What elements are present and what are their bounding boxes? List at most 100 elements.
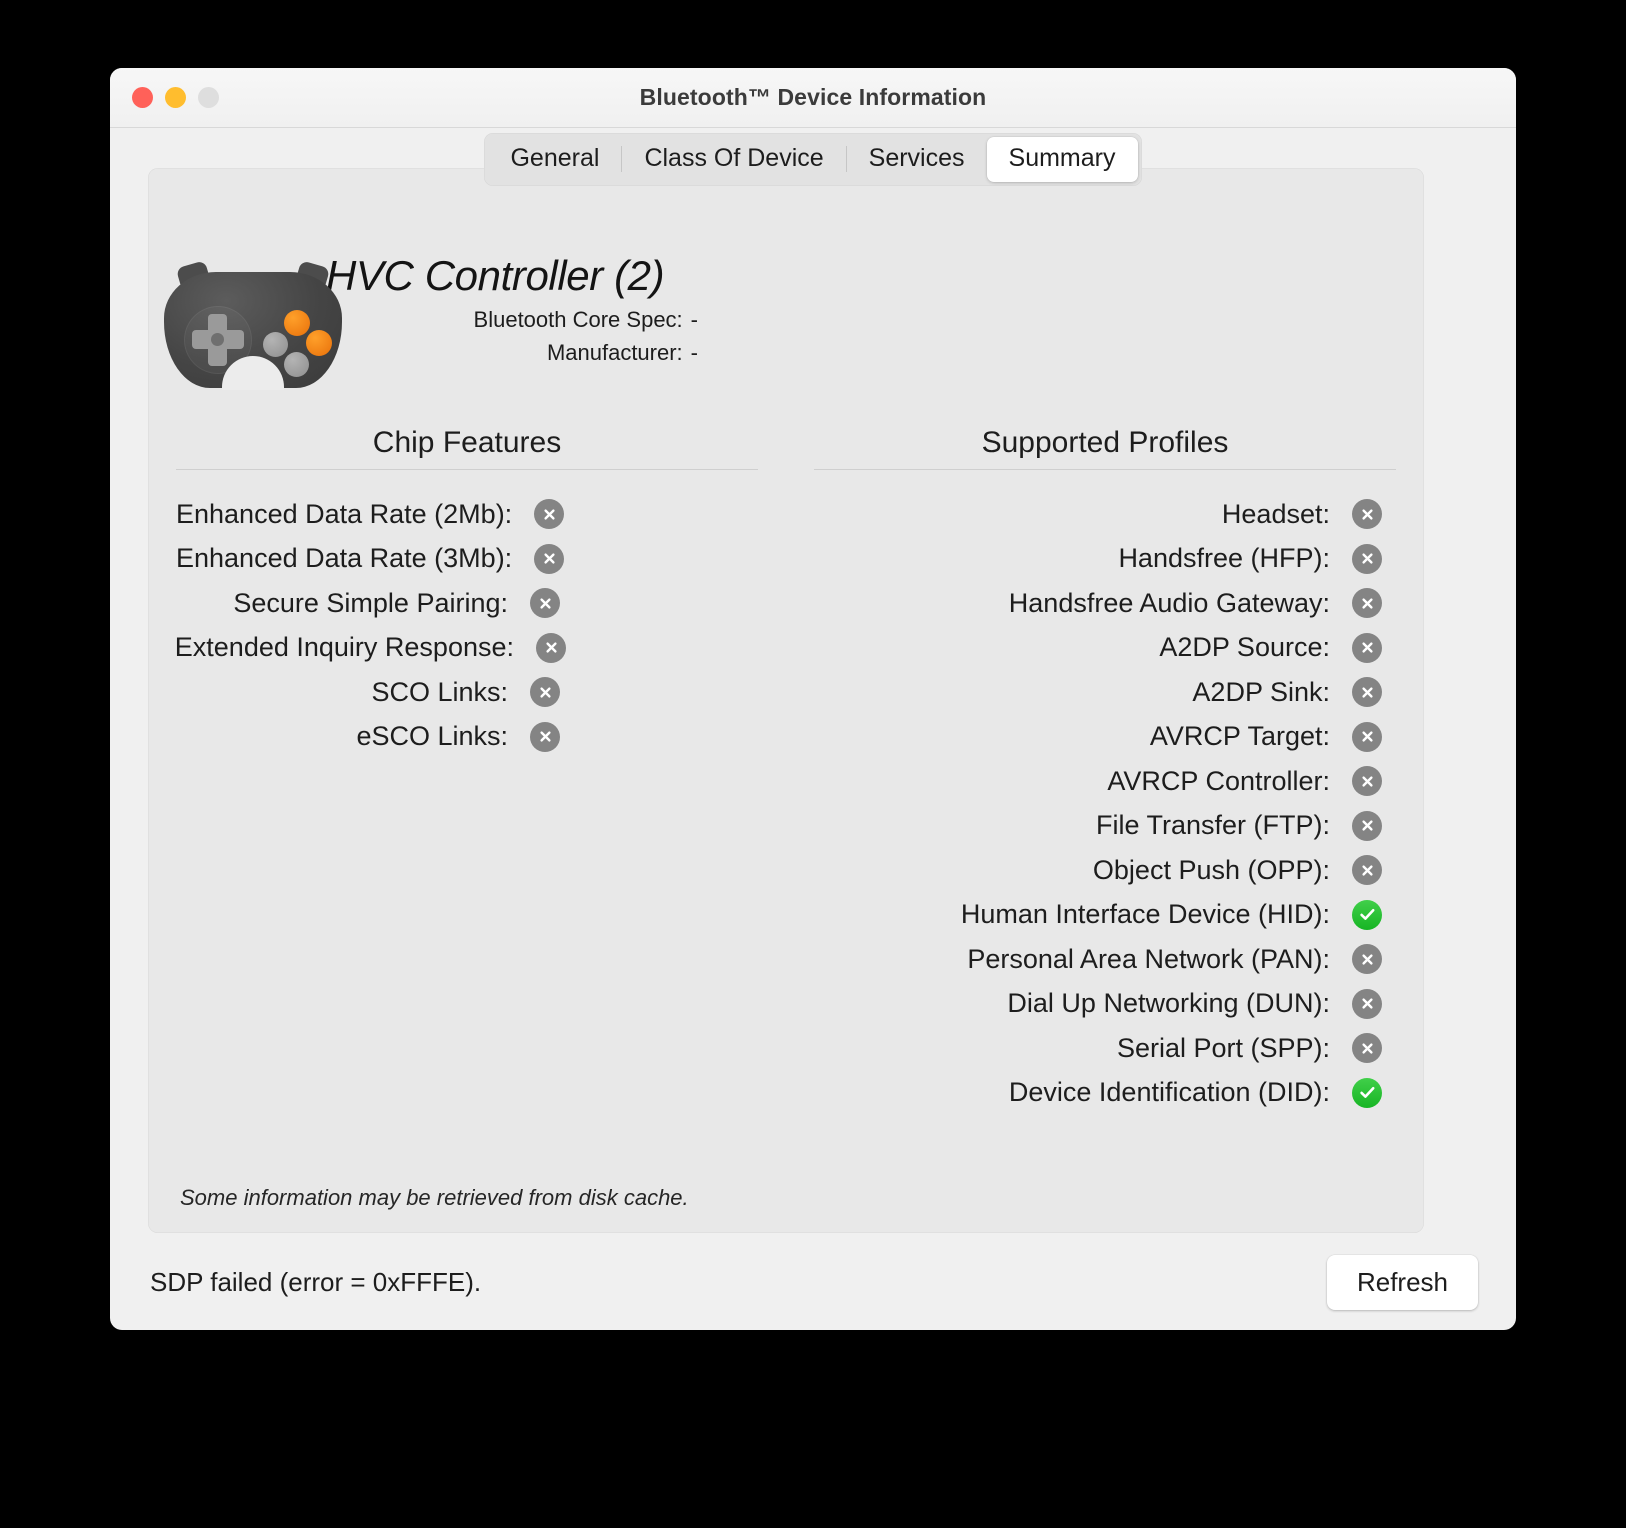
core-spec-label: Bluetooth Core Spec: [473, 307, 683, 332]
manufacturer-value: - [690, 340, 698, 365]
window-titlebar: Bluetooth™ Device Information [110, 68, 1516, 128]
profile-label: File Transfer (FTP): [1095, 810, 1330, 841]
profile-row: Serial Port (SPP): [814, 1026, 1396, 1071]
close-window-button[interactable] [132, 87, 153, 108]
chip-feature-label: Secure Simple Pairing: [233, 587, 508, 618]
tab-class-of-device[interactable]: Class Of Device [622, 137, 845, 182]
profile-status [1330, 677, 1388, 708]
unsupported-x-icon [1352, 855, 1382, 886]
profile-status [1330, 543, 1388, 574]
chip-feature-status [508, 677, 566, 708]
profile-status [1330, 588, 1388, 619]
summary-content-panel: HVC Controller (2) Bluetooth Core Spec: -… [148, 168, 1424, 1233]
unsupported-x-icon [1352, 588, 1382, 619]
profile-status [1330, 499, 1388, 530]
profile-row: Dial Up Networking (DUN): [814, 982, 1396, 1027]
unsupported-x-icon [1352, 944, 1382, 975]
gamepad-button-bottom [284, 352, 309, 377]
profile-row: Personal Area Network (PAN): [814, 937, 1396, 982]
unsupported-x-icon [530, 721, 560, 752]
profile-row: AVRCP Controller: [814, 759, 1396, 804]
supported-profiles-heading: Supported Profiles [981, 426, 1229, 459]
profile-row: Human Interface Device (HID): [814, 893, 1396, 938]
profile-status [1330, 721, 1388, 752]
chip-feature-label: eSCO Links: [356, 721, 508, 752]
window-footer: SDP failed (error = 0xFFFE). Refresh [110, 1235, 1516, 1330]
device-icon-slot [148, 246, 358, 390]
profile-row: A2DP Sink: [814, 670, 1396, 715]
traffic-light-group [132, 87, 219, 108]
unsupported-x-icon [1352, 632, 1382, 663]
profile-label: Handsfree Audio Gateway: [1008, 587, 1330, 618]
profile-row: Headset: [814, 492, 1396, 537]
chip-feature-label: SCO Links: [371, 676, 508, 707]
unsupported-x-icon [1352, 721, 1382, 752]
refresh-button[interactable]: Refresh [1326, 1255, 1478, 1310]
feature-columns: Chip Features Enhanced Data Rate (2Mb): E… [148, 426, 1424, 1115]
profile-row: AVRCP Target: [814, 715, 1396, 760]
profile-label: Personal Area Network (PAN): [967, 943, 1330, 974]
minimize-window-button[interactable] [165, 87, 186, 108]
profile-status [1330, 944, 1388, 975]
profile-label: Dial Up Networking (DUN): [1007, 988, 1330, 1019]
supported-profiles-list: Headset: Handsfree (HFP): Handsfree Audio … [814, 492, 1396, 1115]
cache-disclaimer: Some information may be retrieved from d… [180, 1185, 689, 1210]
supported-profiles-column: Supported Profiles Headset: Handsfree (HF… [786, 426, 1424, 1115]
device-meta: HVC Controller (2) Bluetooth Core Spec: -… [326, 246, 698, 366]
unsupported-x-icon [534, 499, 565, 530]
manufacturer-label: Manufacturer: [546, 340, 683, 365]
profile-label: Object Push (OPP): [1092, 854, 1330, 885]
chip-features-list: Enhanced Data Rate (2Mb): Enhanced Data R… [174, 492, 758, 759]
chip-feature-status [508, 588, 566, 619]
supported-profiles-rule [814, 469, 1396, 470]
profile-label: Handsfree (HFP): [1118, 543, 1330, 574]
chip-feature-row: Enhanced Data Rate (2Mb): [176, 492, 758, 537]
profile-status [1330, 632, 1388, 663]
profile-label: Device Identification (DID): [1008, 1077, 1330, 1108]
status-message: SDP failed (error = 0xFFFE). [150, 1267, 482, 1297]
chip-feature-row: SCO Links: [176, 670, 758, 715]
tab-summary[interactable]: Summary [986, 136, 1138, 182]
unsupported-x-icon [1352, 766, 1382, 797]
profile-label: AVRCP Controller: [1107, 765, 1330, 796]
unsupported-x-icon [1352, 499, 1382, 530]
profile-row: Handsfree (HFP): [814, 537, 1396, 582]
profile-status [1330, 988, 1388, 1019]
profile-status [1330, 810, 1388, 841]
chip-feature-status [508, 721, 566, 752]
gamepad-button-right [306, 330, 332, 356]
unsupported-x-icon [1352, 988, 1382, 1019]
chip-feature-row: Extended Inquiry Response: [174, 626, 758, 671]
chip-feature-row: Secure Simple Pairing: [176, 581, 758, 626]
profile-status [1330, 899, 1388, 930]
unsupported-x-icon [536, 632, 566, 663]
profile-label: A2DP Source: [1159, 632, 1330, 663]
profile-status [1330, 1033, 1388, 1064]
chip-feature-status [512, 499, 566, 530]
chip-feature-label: Extended Inquiry Response: [174, 632, 514, 663]
profile-label: Human Interface Device (HID): [960, 899, 1330, 930]
profile-label: A2DP Sink: [1192, 676, 1330, 707]
tab-general[interactable]: General [488, 137, 621, 182]
chip-feature-label: Enhanced Data Rate (3Mb): [176, 543, 513, 574]
gamepad-button-left [263, 332, 288, 357]
device-name: HVC Controller (2) [326, 252, 665, 299]
core-spec-value: - [690, 307, 698, 332]
profile-label: Serial Port (SPP): [1116, 1032, 1330, 1063]
profile-status [1330, 855, 1388, 886]
chip-feature-label: Enhanced Data Rate (2Mb): [176, 498, 513, 529]
bluetooth-device-information-window: Bluetooth™ Device Information General Cl… [110, 68, 1516, 1330]
chip-features-rule [176, 469, 758, 470]
profile-status [1330, 1077, 1388, 1108]
tab-services[interactable]: Services [847, 137, 987, 182]
zoom-window-button[interactable] [198, 87, 219, 108]
chip-feature-status [514, 632, 566, 663]
unsupported-x-icon [1352, 810, 1382, 841]
gamepad-button-top [284, 310, 310, 336]
profile-status [1330, 766, 1388, 797]
tab-group: General Class Of Device Services Summary [484, 132, 1142, 186]
unsupported-x-icon [1352, 677, 1382, 708]
profile-label: Headset: [1221, 498, 1330, 529]
window-title: Bluetooth™ Device Information [639, 84, 987, 110]
profile-row: Object Push (OPP): [814, 848, 1396, 893]
